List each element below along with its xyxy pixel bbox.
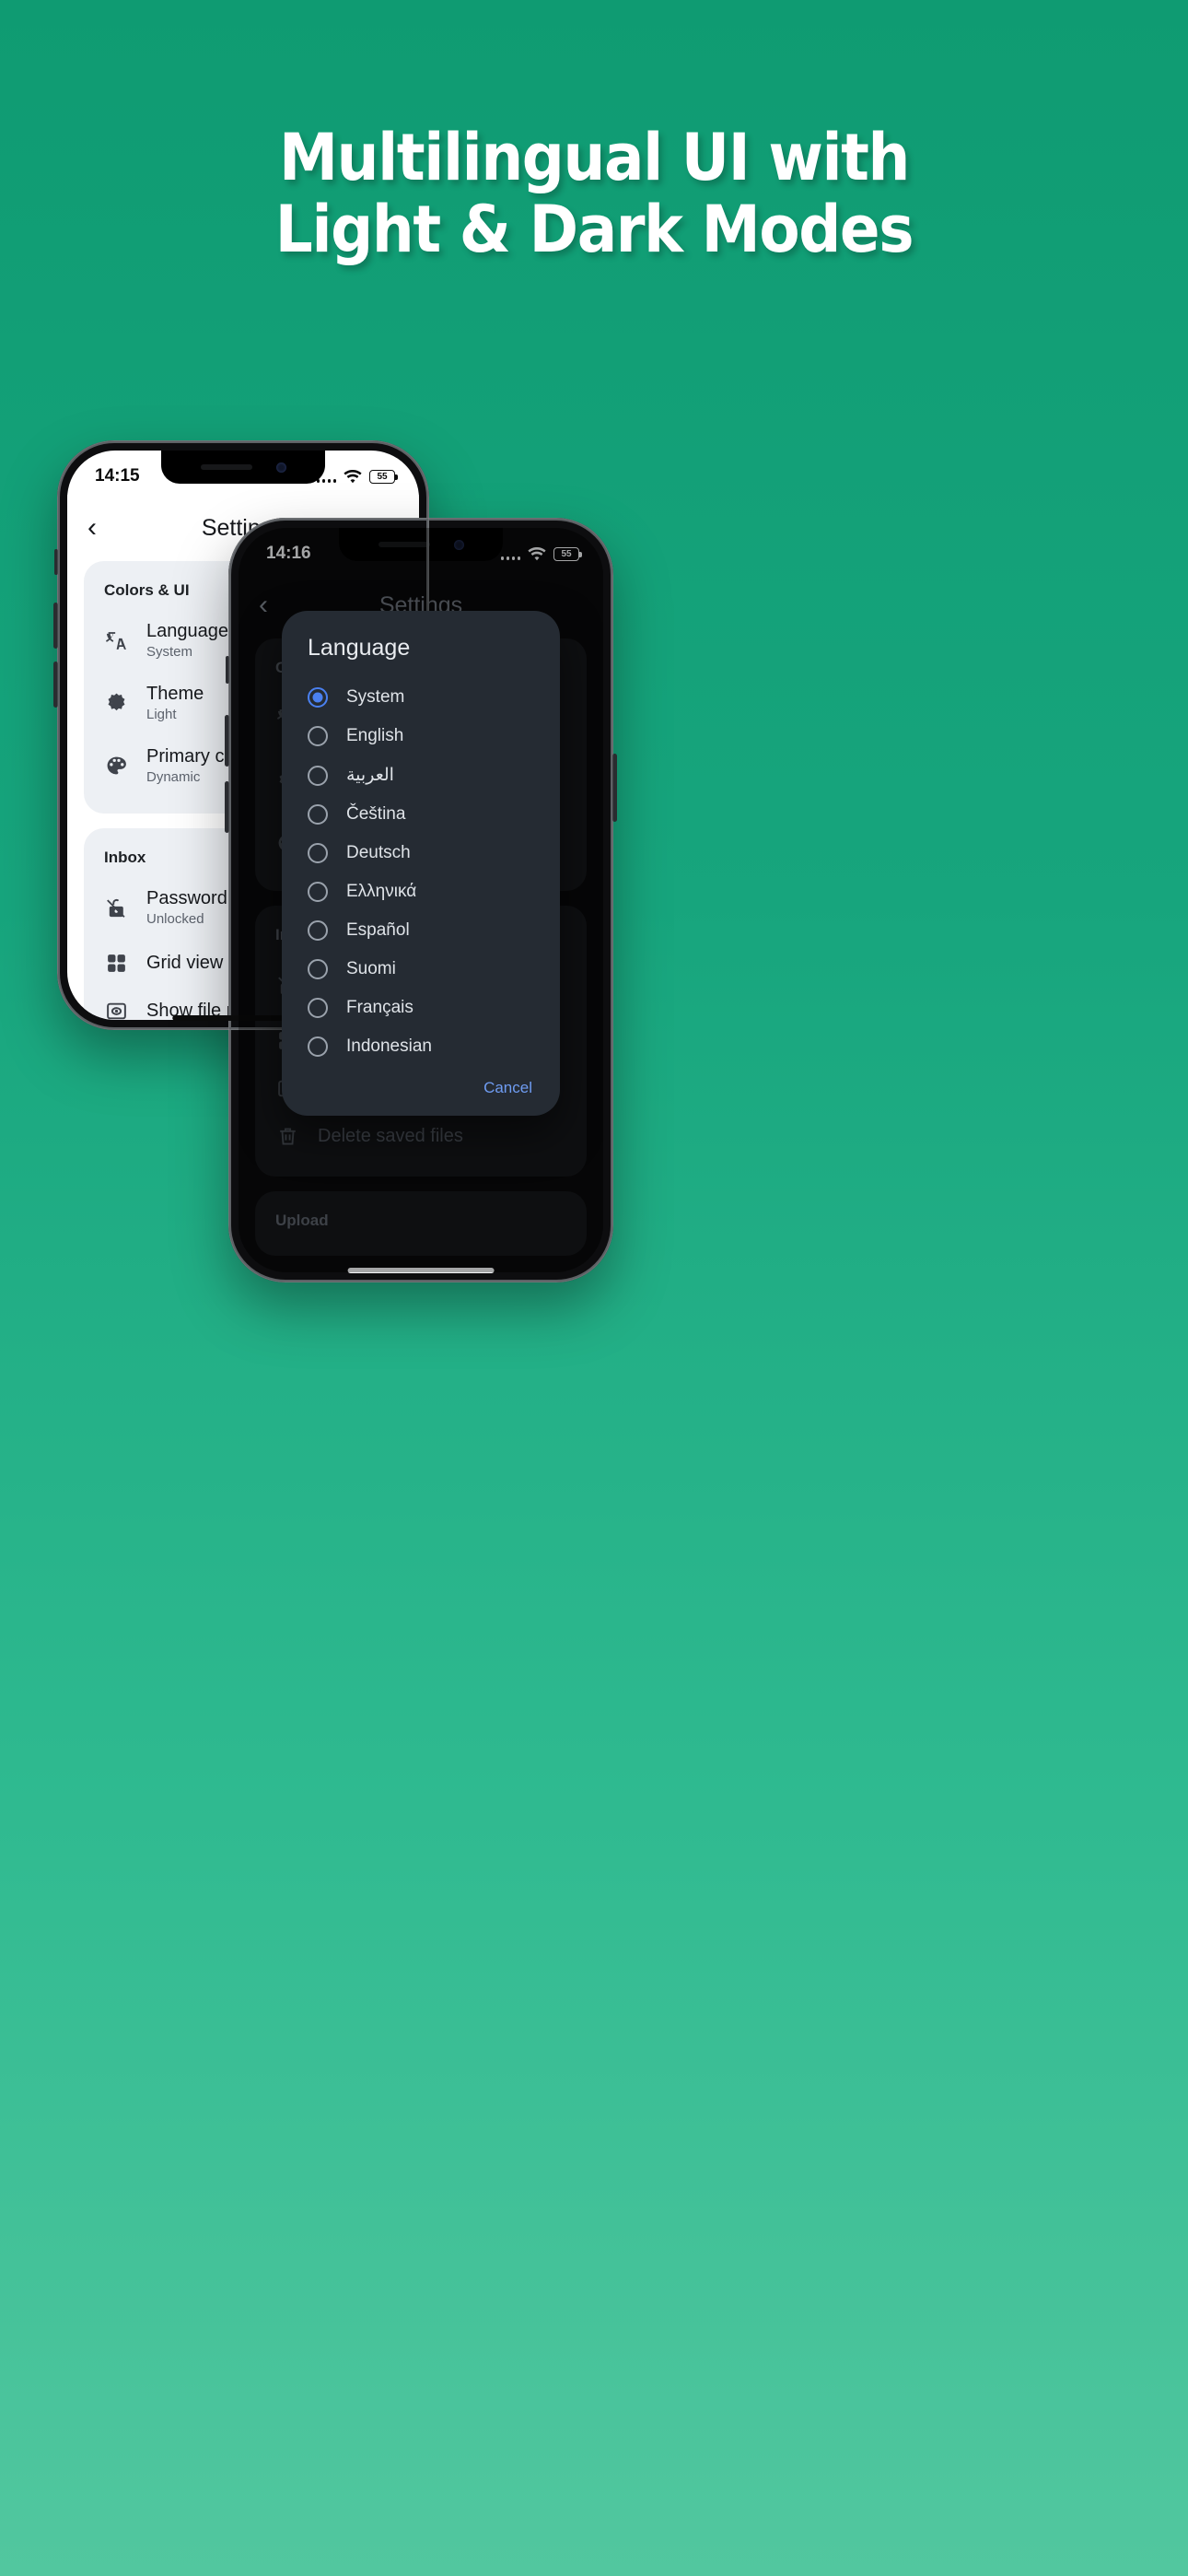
battery-icon: 55	[369, 469, 398, 484]
setting-label: Grid view	[146, 952, 224, 973]
language-option-arabic[interactable]: العربية	[282, 755, 560, 795]
language-option-greek[interactable]: Ελληνικά	[282, 872, 560, 911]
radio-button[interactable]	[308, 843, 328, 863]
radio-button[interactable]	[308, 726, 328, 746]
option-label: Deutsch	[346, 843, 411, 862]
headline: Multilingual UI with Light & Dark Modes	[0, 122, 1188, 266]
wifi-icon	[344, 469, 362, 483]
dark-mode-phone-mockup: 14:16 55 ‹ Settings Colors & UI Language	[225, 518, 617, 1282]
option-label: Čeština	[346, 804, 406, 824]
language-dialog: Language System English العربية Čeština …	[282, 611, 560, 1116]
radio-button[interactable]	[308, 765, 328, 786]
status-indicators: 55	[316, 469, 398, 484]
phone-mute-switch[interactable]	[226, 656, 229, 684]
grid-view-icon	[104, 951, 128, 975]
radio-button[interactable]	[308, 882, 328, 902]
option-label: Français	[346, 998, 413, 1017]
phone-volume-up-button[interactable]	[225, 715, 229, 767]
front-camera	[275, 462, 286, 473]
phone-notch	[161, 451, 325, 484]
setting-value: Light	[146, 707, 177, 722]
dialog-actions: Cancel	[282, 1066, 560, 1107]
lock-open-off-icon	[104, 896, 128, 919]
phone-volume-up-button[interactable]	[53, 603, 58, 649]
setting-text: Grid view	[146, 953, 223, 974]
setting-value: Unlocked	[146, 911, 204, 927]
radio-button[interactable]	[308, 920, 328, 941]
language-option-czech[interactable]: Čeština	[282, 795, 560, 834]
phone-volume-down-button[interactable]	[53, 662, 58, 708]
eye-preview-icon	[104, 999, 128, 1020]
dialog-title: Language	[308, 635, 411, 661]
option-label: English	[346, 726, 404, 745]
option-label: Suomi	[346, 959, 396, 978]
language-option-finnish[interactable]: Suomi	[282, 950, 560, 989]
radio-button[interactable]	[308, 1036, 328, 1057]
setting-label: Password	[146, 888, 227, 908]
language-option-indonesian[interactable]: Indonesian	[282, 1027, 560, 1066]
setting-text: Language System	[146, 621, 228, 660]
radio-button[interactable]	[308, 998, 328, 1018]
radio-button[interactable]	[308, 959, 328, 979]
language-option-german[interactable]: Deutsch	[282, 834, 560, 872]
headline-line-1: Multilingual UI with	[278, 120, 910, 195]
theme-moon-sun-icon	[104, 691, 128, 715]
language-option-english[interactable]: English	[282, 717, 560, 755]
setting-text: Password Unlocked	[146, 888, 227, 927]
option-label: System	[346, 687, 405, 707]
radio-button-selected[interactable]	[308, 687, 328, 708]
translate-icon	[104, 628, 128, 652]
setting-text: Theme Light	[146, 684, 204, 722]
phone-power-button[interactable]	[612, 754, 617, 822]
phone-mute-switch[interactable]	[54, 549, 58, 575]
option-label: Ελληνικά	[346, 882, 417, 901]
setting-label: Language	[146, 621, 228, 641]
language-option-spanish[interactable]: Español	[282, 911, 560, 950]
radio-button[interactable]	[308, 804, 328, 825]
option-label: Español	[346, 920, 410, 940]
status-time: 14:15	[95, 466, 140, 486]
battery-level: 55	[377, 471, 388, 482]
earpiece-speaker	[200, 464, 252, 470]
language-option-system[interactable]: System	[282, 678, 560, 717]
cancel-button[interactable]: Cancel	[483, 1079, 532, 1097]
option-label: العربية	[346, 766, 394, 785]
setting-value: System	[146, 644, 193, 660]
headline-line-2: Light & Dark Modes	[274, 192, 914, 268]
chevron-left-icon[interactable]: ‹	[87, 514, 124, 542]
palette-icon	[104, 754, 128, 778]
option-label: Indonesian	[346, 1036, 432, 1056]
setting-label: Theme	[146, 684, 204, 704]
dark-phone-screen: 14:16 55 ‹ Settings Colors & UI Language	[239, 528, 603, 1272]
phone-volume-down-button[interactable]	[225, 781, 229, 833]
language-option-french[interactable]: Français	[282, 989, 560, 1027]
